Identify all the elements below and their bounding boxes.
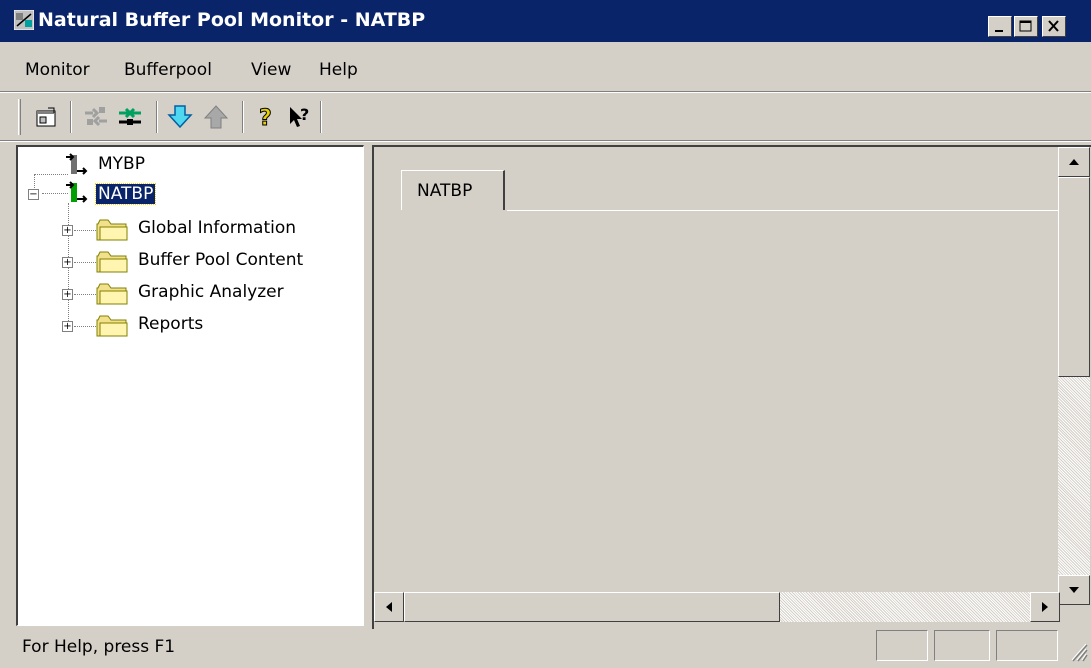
folder-icon bbox=[96, 283, 128, 305]
tree-node-label: Reports bbox=[138, 314, 204, 334]
folder-icon bbox=[96, 251, 128, 273]
tab-label: NATBP bbox=[417, 181, 473, 201]
context-help-button[interactable]: ? bbox=[284, 101, 316, 133]
window-title: Natural Buffer Pool Monitor - NATBP bbox=[38, 9, 426, 31]
maximize-button[interactable] bbox=[1014, 16, 1038, 37]
help-button[interactable]: ? bbox=[250, 101, 282, 133]
tree-node-graphic-analyzer[interactable]: + Graphic Analyzer bbox=[18, 277, 358, 307]
toolbar-separator bbox=[242, 101, 244, 133]
tree-node-label: MYBP bbox=[98, 154, 145, 174]
properties-button[interactable] bbox=[30, 101, 62, 133]
arrow-down-icon bbox=[1069, 587, 1079, 593]
toolbar-separator bbox=[70, 101, 72, 133]
arrow-left-icon bbox=[386, 602, 392, 612]
status-panel bbox=[934, 630, 990, 661]
svg-text:?: ? bbox=[259, 106, 272, 130]
toolbar-separator bbox=[320, 101, 322, 133]
disconnect-icon bbox=[85, 107, 107, 127]
horizontal-scroll-thumb[interactable] bbox=[404, 592, 780, 622]
move-down-icon bbox=[167, 105, 193, 129]
expand-icon[interactable]: + bbox=[62, 321, 73, 332]
connect-icon bbox=[119, 107, 141, 125]
folder-icon bbox=[96, 315, 128, 337]
disconnect-button[interactable] bbox=[80, 101, 112, 133]
move-up-button[interactable] bbox=[200, 101, 232, 133]
toolbar-bottom-divider bbox=[0, 140, 1091, 142]
horizontal-scrollbar[interactable] bbox=[374, 592, 1060, 622]
tab-natbp[interactable]: NATBP bbox=[401, 170, 505, 210]
tree-node-global-information[interactable]: + Global Information bbox=[18, 213, 358, 243]
maximize-icon bbox=[1019, 20, 1032, 32]
tree-node-label: Graphic Analyzer bbox=[138, 282, 284, 302]
menu-view[interactable]: View bbox=[251, 60, 291, 80]
tab-strip-line bbox=[507, 210, 1059, 211]
scroll-up-button[interactable] bbox=[1058, 147, 1090, 177]
tree-node-label: NATBP bbox=[94, 183, 157, 205]
arrow-up-icon bbox=[1069, 159, 1079, 165]
expand-icon[interactable]: + bbox=[62, 225, 73, 236]
scroll-left-button[interactable] bbox=[374, 592, 404, 622]
bufferpool-active-icon bbox=[66, 181, 88, 203]
menu-bufferpool[interactable]: Bufferpool bbox=[124, 60, 212, 80]
toolbar-separator bbox=[156, 101, 158, 133]
menu-monitor[interactable]: Monitor bbox=[25, 60, 90, 80]
vertical-scroll-thumb[interactable] bbox=[1058, 177, 1090, 377]
folder-icon bbox=[96, 219, 128, 241]
minimize-icon bbox=[995, 30, 1003, 32]
status-panel bbox=[876, 630, 928, 661]
status-text: For Help, press F1 bbox=[22, 637, 176, 657]
close-button[interactable] bbox=[1042, 16, 1066, 37]
bufferpool-icon bbox=[66, 153, 88, 175]
tree-node-buffer-pool-content[interactable]: + Buffer Pool Content bbox=[18, 245, 358, 275]
minimize-button[interactable] bbox=[988, 16, 1012, 37]
resize-grip-icon[interactable] bbox=[1066, 638, 1088, 662]
close-icon bbox=[1048, 20, 1059, 32]
tree-node-natbp[interactable]: − NATBP bbox=[18, 179, 358, 209]
content-pane: NATBP bbox=[372, 145, 1091, 629]
expand-icon[interactable]: + bbox=[62, 289, 73, 300]
scroll-down-button[interactable] bbox=[1058, 575, 1090, 605]
connect-button[interactable] bbox=[114, 101, 146, 133]
pane-splitter[interactable] bbox=[364, 145, 372, 628]
toolbar-divider bbox=[0, 91, 1091, 93]
svg-text:?: ? bbox=[300, 105, 309, 124]
toolbar-grip[interactable] bbox=[18, 99, 21, 135]
context-help-icon: ? bbox=[290, 105, 309, 127]
tree-node-mybp[interactable]: MYBP bbox=[18, 149, 358, 179]
tree-node-label: Buffer Pool Content bbox=[138, 250, 304, 270]
vertical-scrollbar[interactable] bbox=[1058, 147, 1090, 605]
arrow-right-icon bbox=[1042, 602, 1048, 612]
scroll-right-button[interactable] bbox=[1030, 592, 1060, 622]
collapse-icon[interactable]: − bbox=[28, 189, 39, 200]
title-bar: Natural Buffer Pool Monitor - NATBP bbox=[0, 0, 1091, 42]
move-up-icon bbox=[203, 105, 229, 129]
status-panel bbox=[996, 630, 1058, 661]
expand-icon[interactable]: + bbox=[62, 257, 73, 268]
tree-node-reports[interactable]: + Reports bbox=[18, 309, 358, 339]
tree-node-label: Global Information bbox=[138, 218, 297, 238]
menu-help[interactable]: Help bbox=[319, 60, 358, 80]
properties-icon bbox=[36, 107, 56, 127]
toolbar: ? ? bbox=[0, 95, 1091, 139]
app-icon bbox=[14, 10, 34, 30]
menu-bar: Monitor Bufferpool View Help bbox=[0, 58, 1091, 88]
move-down-button[interactable] bbox=[164, 101, 196, 133]
help-icon: ? bbox=[259, 106, 273, 131]
bufferpool-tree[interactable]: MYBP − NATBP + Global Information + Buff… bbox=[16, 145, 364, 626]
